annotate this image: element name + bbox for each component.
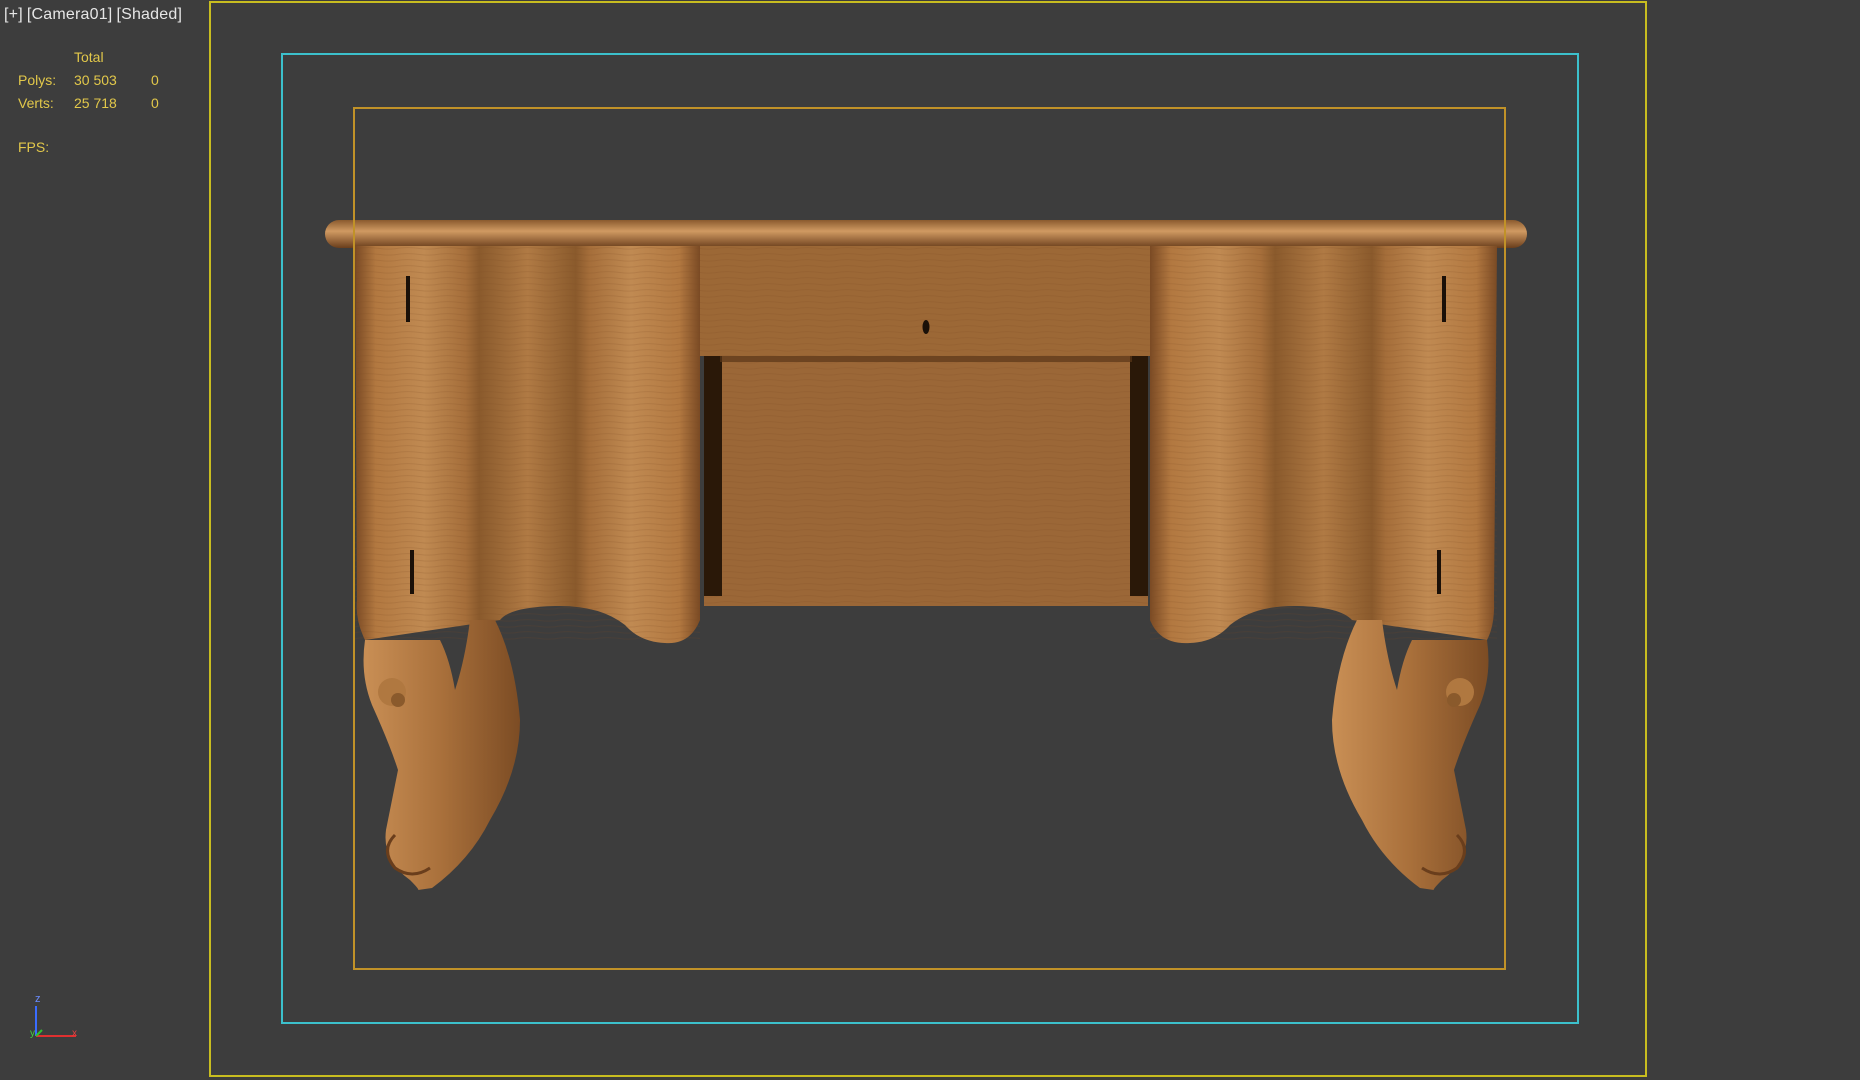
stats-fps-label: FPS: (18, 139, 50, 155)
stats-verts-selected: 0 (151, 95, 159, 111)
viewport-camera-menu[interactable]: [Camera01] (27, 6, 113, 23)
viewport-label: [+] [Camera01] [Shaded] (4, 6, 186, 24)
camera-viewport[interactable]: [+] [Camera01] [Shaded] Total Polys: 30 50… (0, 0, 1860, 1080)
stats-polys-total: 30 503 (74, 72, 117, 88)
stats-polys-selected: 0 (151, 72, 159, 88)
stats-polys-label: Polys: (18, 72, 57, 88)
axis-z-label: z (35, 993, 41, 1005)
stats-verts-total: 25 718 (74, 95, 117, 111)
title-safe-frame (353, 107, 1506, 970)
viewport-shading-menu[interactable]: [Shaded] (116, 6, 182, 23)
stats-verts-label: Verts: (18, 95, 54, 111)
axis-tripod-icon: z y x (30, 993, 77, 1039)
axis-y-label: y (30, 1028, 35, 1039)
stats-total-header: Total (74, 49, 104, 65)
viewport-menu-plus[interactable]: [+] (4, 6, 23, 23)
axis-x-label: x (72, 1028, 77, 1039)
